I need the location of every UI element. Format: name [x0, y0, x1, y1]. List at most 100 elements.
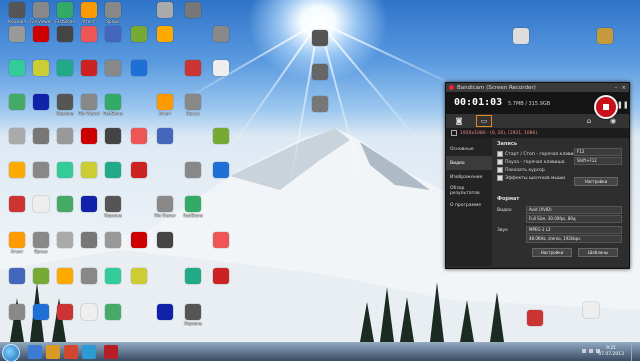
- desktop-icon[interactable]: FastStone: [98, 94, 128, 116]
- desktop-icon[interactable]: Корзина: [98, 196, 128, 218]
- video-detail-field: Full Size, 30.00fps, 80q: [526, 215, 622, 223]
- desktop-icon[interactable]: Ярлык: [98, 2, 128, 24]
- file-icon: [527, 310, 543, 326]
- desktop-icon[interactable]: [150, 2, 180, 18]
- desktop-icon[interactable]: FastStone: [178, 196, 208, 218]
- file-icon: [597, 28, 613, 44]
- bandicam-title: Bandicam (Screen Recorder): [457, 84, 536, 91]
- desktop-icon[interactable]: [178, 268, 208, 284]
- desktop-icon[interactable]: [206, 26, 236, 42]
- app-icon: [157, 26, 173, 42]
- show-cursor-checkbox[interactable]: [497, 167, 503, 173]
- templates-button[interactable]: Шаблоны: [578, 248, 618, 257]
- pause-button[interactable]: ❚❚: [617, 101, 629, 109]
- desktop-icon[interactable]: [520, 310, 550, 326]
- hotkey-pause-field[interactable]: Shift+F12: [574, 157, 622, 165]
- desktop-icon[interactable]: [305, 30, 335, 46]
- format-settings-button[interactable]: Настройки: [532, 248, 572, 257]
- bandicam-titlebar[interactable]: Bandicam (Screen Recorder) – ×: [446, 83, 629, 92]
- gamepad-mode-icon[interactable]: ◙: [452, 116, 466, 126]
- desktop-icon[interactable]: [305, 64, 335, 80]
- close-icon[interactable]: ×: [621, 85, 626, 91]
- desktop-icon-label: File Viewer: [154, 213, 176, 218]
- ie-icon[interactable]: [28, 345, 42, 359]
- desktop-icon[interactable]: [206, 232, 236, 248]
- click-effects-label: Эффекты щелчков мыши: [505, 175, 566, 181]
- desktop-icon[interactable]: Корзина: [178, 304, 208, 326]
- audio-detail-field: 48.0KHz, stereo, 192kbps: [526, 235, 622, 243]
- app-icon: [33, 232, 49, 248]
- desktop-icon[interactable]: [178, 60, 208, 76]
- record-stop-button[interactable]: [594, 95, 618, 119]
- app-icon: [185, 304, 201, 320]
- skype-icon[interactable]: [82, 345, 96, 359]
- desktop-icon[interactable]: [206, 162, 236, 178]
- app-icon: [81, 232, 97, 248]
- desktop-icon[interactable]: [590, 28, 620, 44]
- explorer-icon[interactable]: [46, 345, 60, 359]
- desktop-icon[interactable]: [206, 128, 236, 144]
- app-icon: [213, 162, 229, 178]
- app-icon: [9, 26, 25, 42]
- start-button[interactable]: [2, 344, 20, 362]
- desktop-icon[interactable]: [150, 128, 180, 144]
- app-icon: [131, 26, 147, 42]
- record-settings-button[interactable]: Настройки: [574, 177, 618, 186]
- desktop-icon[interactable]: [206, 268, 236, 284]
- desktop-icon[interactable]: [124, 60, 154, 76]
- desktop-icon[interactable]: [305, 96, 335, 112]
- minimize-icon[interactable]: –: [615, 85, 618, 91]
- desktop-icon[interactable]: [124, 162, 154, 178]
- nav-general[interactable]: Основные: [446, 142, 492, 156]
- screen-mode-icon[interactable]: ▭: [476, 115, 492, 127]
- stop-icon: [603, 104, 609, 110]
- desktop-icon[interactable]: Агент: [150, 94, 180, 116]
- file-icon: [312, 30, 328, 46]
- tray-icon[interactable]: [589, 349, 593, 353]
- nav-results[interactable]: Обзор результатов: [446, 184, 492, 198]
- desktop-icon[interactable]: [150, 304, 180, 320]
- desktop-icon-label: Ярлык: [106, 19, 120, 24]
- app-icon: [157, 94, 173, 110]
- click-effects-checkbox[interactable]: [497, 175, 503, 181]
- audio-format-field[interactable]: MPEG-1 L2: [526, 226, 622, 234]
- app-icon: [81, 268, 97, 284]
- hotkey-start-field[interactable]: F12: [574, 148, 622, 156]
- desktop-icon[interactable]: [206, 60, 236, 76]
- app-icon: [33, 2, 49, 18]
- tray-icon[interactable]: [582, 349, 586, 353]
- hotkey-pause-checkbox[interactable]: [497, 159, 503, 165]
- desktop-icon[interactable]: [178, 162, 208, 178]
- target-checkbox[interactable]: [451, 130, 457, 136]
- app-icon: [57, 196, 73, 212]
- nav-video[interactable]: Видео: [446, 156, 492, 170]
- nav-about[interactable]: О программе: [446, 198, 492, 212]
- desktop-icon-label: FastStone: [103, 111, 123, 116]
- video-format-field[interactable]: Avid (XVID): [526, 206, 622, 214]
- bandicam-taskbar-icon[interactable]: [104, 345, 118, 359]
- taskbar: 9:21 07.07.2013: [0, 342, 640, 362]
- clock[interactable]: 9:21 07.07.2013: [598, 346, 624, 358]
- recording-status: 00:01:03 5.7MB / 315.9GB ❚❚: [446, 92, 629, 119]
- desktop-icon[interactable]: [124, 268, 154, 284]
- app-icon: [57, 60, 73, 76]
- desktop-icon[interactable]: Ярлык: [178, 94, 208, 116]
- hotkey-start-checkbox[interactable]: [497, 151, 503, 157]
- app-icon: [105, 196, 121, 212]
- desktop-icon[interactable]: [506, 28, 536, 44]
- desktop-icon[interactable]: [178, 2, 208, 18]
- app-icon: [57, 162, 73, 178]
- chrome-icon[interactable]: [64, 345, 78, 359]
- desktop-icon[interactable]: [98, 304, 128, 320]
- show-cursor-label: Показать курсор: [505, 167, 545, 173]
- app-icon: [105, 128, 121, 144]
- app-icon: [105, 232, 121, 248]
- desktop-icon[interactable]: [576, 302, 606, 318]
- desktop-icon[interactable]: [150, 232, 180, 248]
- desktop-icon[interactable]: File Viewer: [150, 196, 180, 218]
- nav-image[interactable]: Изображение: [446, 170, 492, 184]
- desktop-icon[interactable]: [150, 26, 180, 42]
- app-icon: [131, 232, 147, 248]
- home-icon[interactable]: ⌂: [582, 116, 596, 126]
- show-desktop-button[interactable]: [631, 343, 640, 361]
